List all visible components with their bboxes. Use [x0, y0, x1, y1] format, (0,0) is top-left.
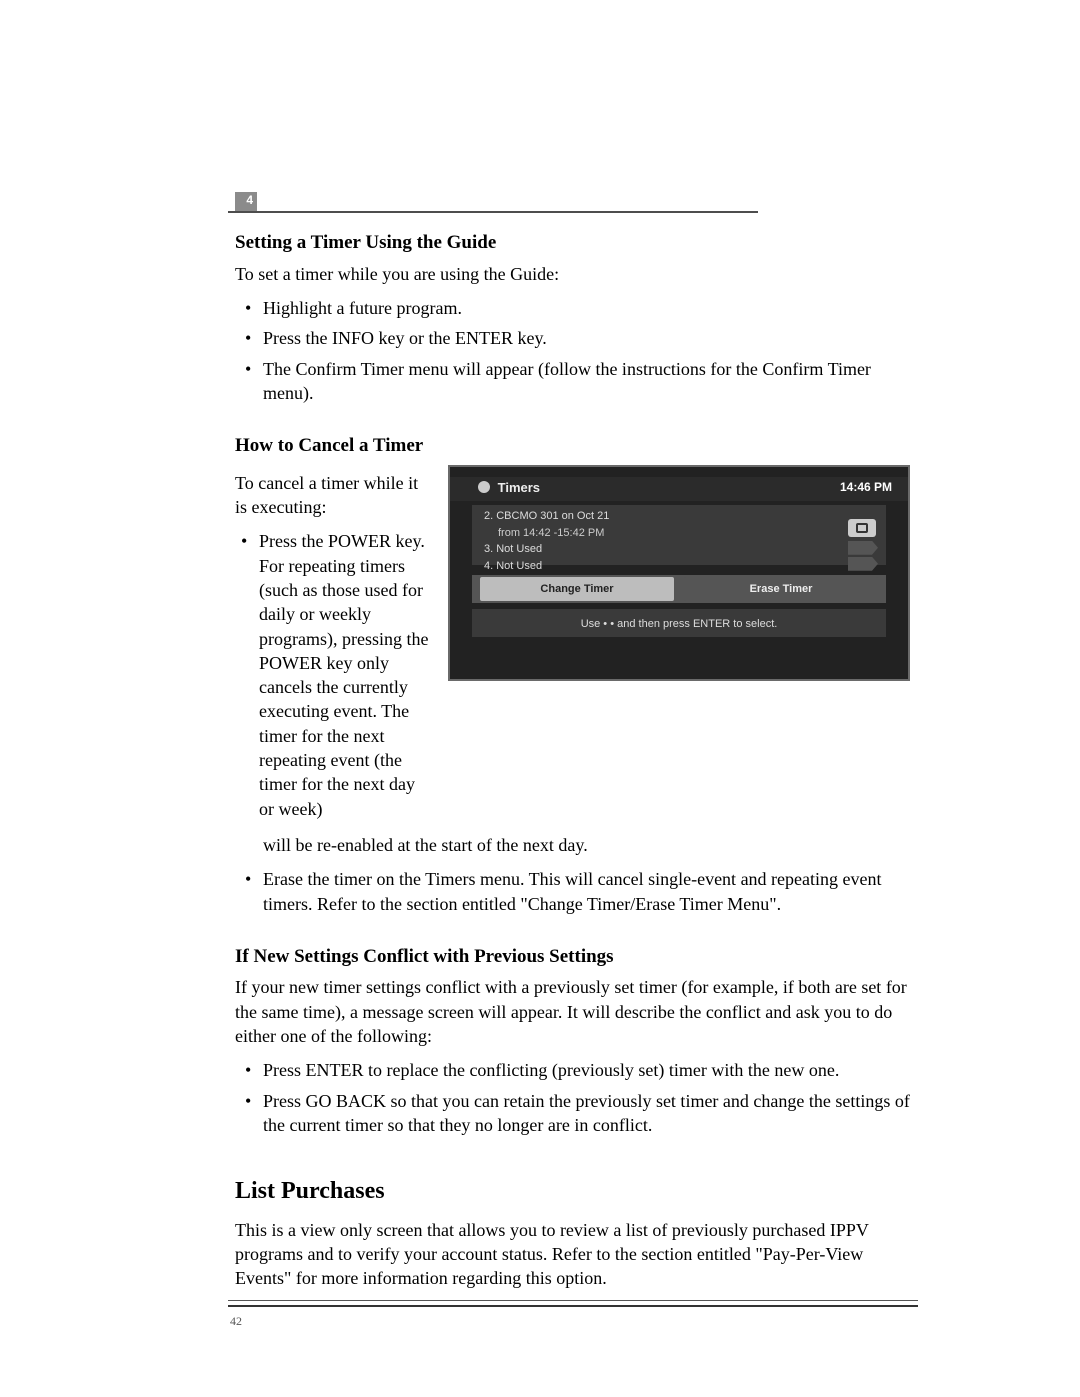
chapter-tab: 4 — [235, 192, 257, 212]
list-item: The Confirm Timer menu will appear (foll… — [235, 357, 910, 406]
timer-row-3: 3. Not Used — [484, 542, 838, 557]
timers-menu-screenshot: Timers 14:46 PM 2. CBCMO 301 on Oct 21 f… — [448, 465, 910, 681]
change-timer-button[interactable]: Change Timer — [480, 577, 674, 601]
timers-title-label: Timers — [498, 480, 540, 495]
bullets-cancel-timer-2: Erase the timer on the Timers menu. This… — [235, 867, 910, 916]
list-item: Press the INFO key or the ENTER key. — [235, 326, 910, 350]
timers-clock: 14:46 PM — [840, 479, 892, 495]
tv-icon — [848, 519, 876, 537]
bullets-conflict: Press ENTER to replace the conflicting (… — [235, 1058, 910, 1137]
page-number: 42 — [230, 1314, 242, 1329]
list-item: Highlight a future program. — [235, 296, 910, 320]
erase-timer-button[interactable]: Erase Timer — [684, 577, 878, 601]
heading-cancel-timer: How to Cancel a Timer — [235, 433, 910, 459]
arrow-icon — [848, 557, 878, 571]
intro-setting-timer: To set a timer while you are using the G… — [235, 262, 910, 286]
heading-list-purchases: List Purchases — [235, 1175, 910, 1207]
body-list-purchases: This is a view only screen that allows y… — [235, 1218, 910, 1291]
timers-list: 2. CBCMO 301 on Oct 21 from 14:42 -15:42… — [484, 509, 838, 576]
bullets-setting-timer: Highlight a future program. Press the IN… — [235, 296, 910, 405]
list-item: Press ENTER to replace the conflicting (… — [235, 1058, 910, 1082]
timer-row-2a: 2. CBCMO 301 on Oct 21 — [484, 509, 838, 524]
heading-conflict: If New Settings Conflict with Previous S… — [235, 944, 910, 970]
heading-setting-timer: Setting a Timer Using the Guide — [235, 230, 910, 256]
header-rule — [228, 211, 758, 213]
cancel-timer-text: To cancel a timer while it is executing:… — [235, 465, 430, 831]
timers-title: Timers — [478, 479, 540, 497]
intro-conflict: If your new timer settings conflict with… — [235, 975, 910, 1048]
timers-hint: Use • • and then press ENTER to select. — [450, 617, 908, 632]
cancel-timer-row: To cancel a timer while it is executing:… — [235, 465, 910, 831]
bullet1-continuation: will be re-enabled at the start of the n… — [235, 833, 910, 857]
timers-buttons: Change Timer Erase Timer — [480, 577, 878, 601]
bullets-cancel-timer: Press the POWER key. For repeating timer… — [235, 529, 430, 821]
manual-page: 4 Setting a Timer Using the Guide To set… — [0, 0, 1080, 1397]
timer-row-2b: from 14:42 -15:42 PM — [484, 526, 838, 541]
list-item: Press GO BACK so that you can retain the… — [235, 1089, 910, 1138]
footer-rule — [228, 1300, 918, 1307]
intro-cancel-timer: To cancel a timer while it is executing: — [235, 471, 430, 520]
list-item: Press the POWER key. For repeating timer… — [235, 529, 430, 821]
clock-icon — [478, 481, 490, 493]
list-item: Erase the timer on the Timers menu. This… — [235, 867, 910, 916]
timer-row-4: 4. Not Used — [484, 559, 838, 574]
arrow-icon — [848, 541, 878, 555]
page-content: Setting a Timer Using the Guide To set a… — [235, 230, 910, 1291]
